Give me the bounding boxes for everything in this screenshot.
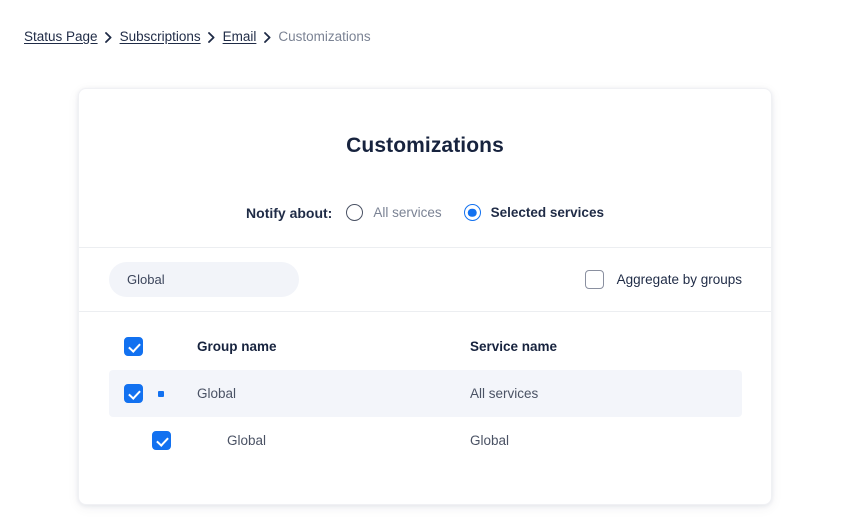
radio-icon-selected-services[interactable] (463, 204, 481, 221)
cell-service-name: All services (470, 386, 539, 401)
aggregate-by-groups-label: Aggregate by groups (616, 272, 742, 287)
table-header-row: Group name Service name (109, 323, 742, 370)
customizations-card: Customizations Notify about: All service… (78, 88, 772, 505)
breadcrumb-item-customizations: Customizations (278, 29, 371, 44)
chevron-right-icon (201, 31, 223, 43)
breadcrumb-item-email[interactable]: Email (223, 28, 257, 46)
radio-option-all-services[interactable]: All services (346, 204, 442, 221)
scope-select-value: Global (127, 272, 165, 287)
page-title: Customizations (346, 134, 504, 157)
chevron-right-icon (98, 31, 120, 43)
cell-group-name: Global (227, 433, 267, 448)
scope-select-chip[interactable]: Global (109, 262, 299, 297)
expander-dot-icon[interactable] (158, 390, 164, 397)
checkbox-icon-row-select[interactable] (124, 384, 143, 403)
select-all-cell[interactable] (109, 337, 197, 356)
cell-group-name: Global (197, 386, 237, 401)
row-select-cell[interactable] (109, 384, 197, 403)
aggregate-by-groups-checkbox[interactable]: Aggregate by groups (584, 270, 742, 289)
radio-option-selected-services[interactable]: Selected services (463, 204, 604, 221)
chevron-right-icon (256, 31, 278, 43)
row-select-cell[interactable] (109, 431, 197, 450)
notify-about-label: Notify about: (246, 204, 333, 221)
radio-icon-all-services[interactable] (346, 204, 364, 221)
services-table: Group name Service name Global All servi… (79, 323, 771, 464)
table-row[interactable]: Global Global (109, 417, 742, 464)
breadcrumb-item-subscriptions[interactable]: Subscriptions (120, 28, 201, 46)
breadcrumb: Status Page Subscriptions Email Customiz… (24, 28, 371, 46)
column-header-group-name: Group name (197, 339, 277, 354)
divider (79, 311, 771, 312)
checkbox-icon-aggregate[interactable] (584, 270, 604, 289)
filter-bar: Global Aggregate by groups (79, 248, 771, 311)
checkbox-icon-select-all[interactable] (124, 337, 143, 356)
cell-service-name: Global (470, 433, 510, 448)
table-row[interactable]: Global All services (109, 370, 742, 417)
notify-about-radio-group: Notify about: All services Selected serv… (79, 204, 771, 221)
column-header-service-name: Service name (470, 339, 558, 354)
checkbox-icon-row-select[interactable] (152, 431, 171, 450)
radio-label-selected-services: Selected services (490, 205, 604, 220)
radio-label-all-services: All services (373, 205, 442, 220)
breadcrumb-item-status-page[interactable]: Status Page (24, 28, 98, 46)
